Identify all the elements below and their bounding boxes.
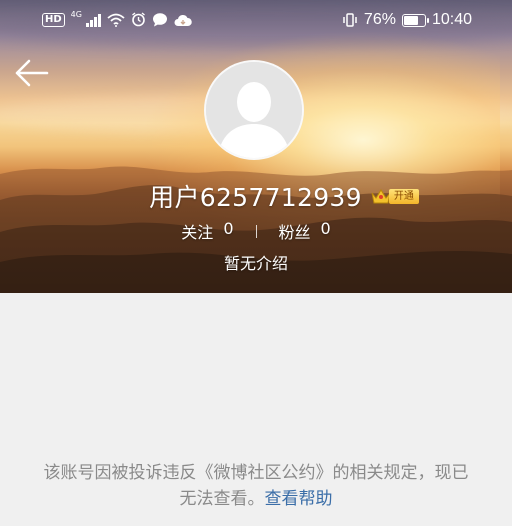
notice-text: 该账号因被投诉违反《微博社区公约》的相关规定，现已无法查看。 [43,463,469,509]
battery-icon [401,13,429,27]
following-stat[interactable]: 关注 0 [181,219,233,243]
cloud-icon [174,14,192,26]
vip-open-button[interactable]: 开通 [370,187,419,205]
view-help-link[interactable]: 查看帮助 [265,489,333,509]
followers-label: 粉丝 [278,223,311,242]
stats-row: 关注 0 粉丝 0 [0,219,512,243]
battery-percent: 76% [363,11,396,28]
followers-stat[interactable]: 粉丝 0 [279,219,331,243]
network-type-label: 4G [70,10,82,19]
back-button[interactable] [14,58,50,88]
vip-badge: 开通 [388,188,419,204]
alarm-icon [132,12,145,27]
account-blocked-notice: 该账号因被投诉违反《微博社区公约》的相关规定，现已无法查看。查看帮助 [40,460,472,512]
vibrate-icon [343,13,357,27]
username-row: 用户6257712939 开通 [0,178,512,214]
username: 用户6257712939 [149,183,362,212]
status-left: HD 4G [42,10,192,27]
status-bar: HD 4G 76% 10:40 [0,0,512,40]
wifi-icon [107,13,125,27]
battery-fill [403,15,418,25]
avatar[interactable] [204,60,304,160]
stats-divider [255,224,257,238]
signal-icon [85,13,101,27]
status-right: 76% 10:40 [342,11,472,29]
message-icon [152,13,167,27]
following-count: 0 [223,219,234,238]
clock-time: 10:40 [431,11,472,28]
following-label: 关注 [181,223,214,242]
back-arrow-icon [15,59,49,87]
default-avatar-icon [206,62,302,158]
followers-count: 0 [320,219,331,238]
profile-bio: 暂无介绍 [223,254,288,273]
hd-icon: HD [42,12,65,27]
